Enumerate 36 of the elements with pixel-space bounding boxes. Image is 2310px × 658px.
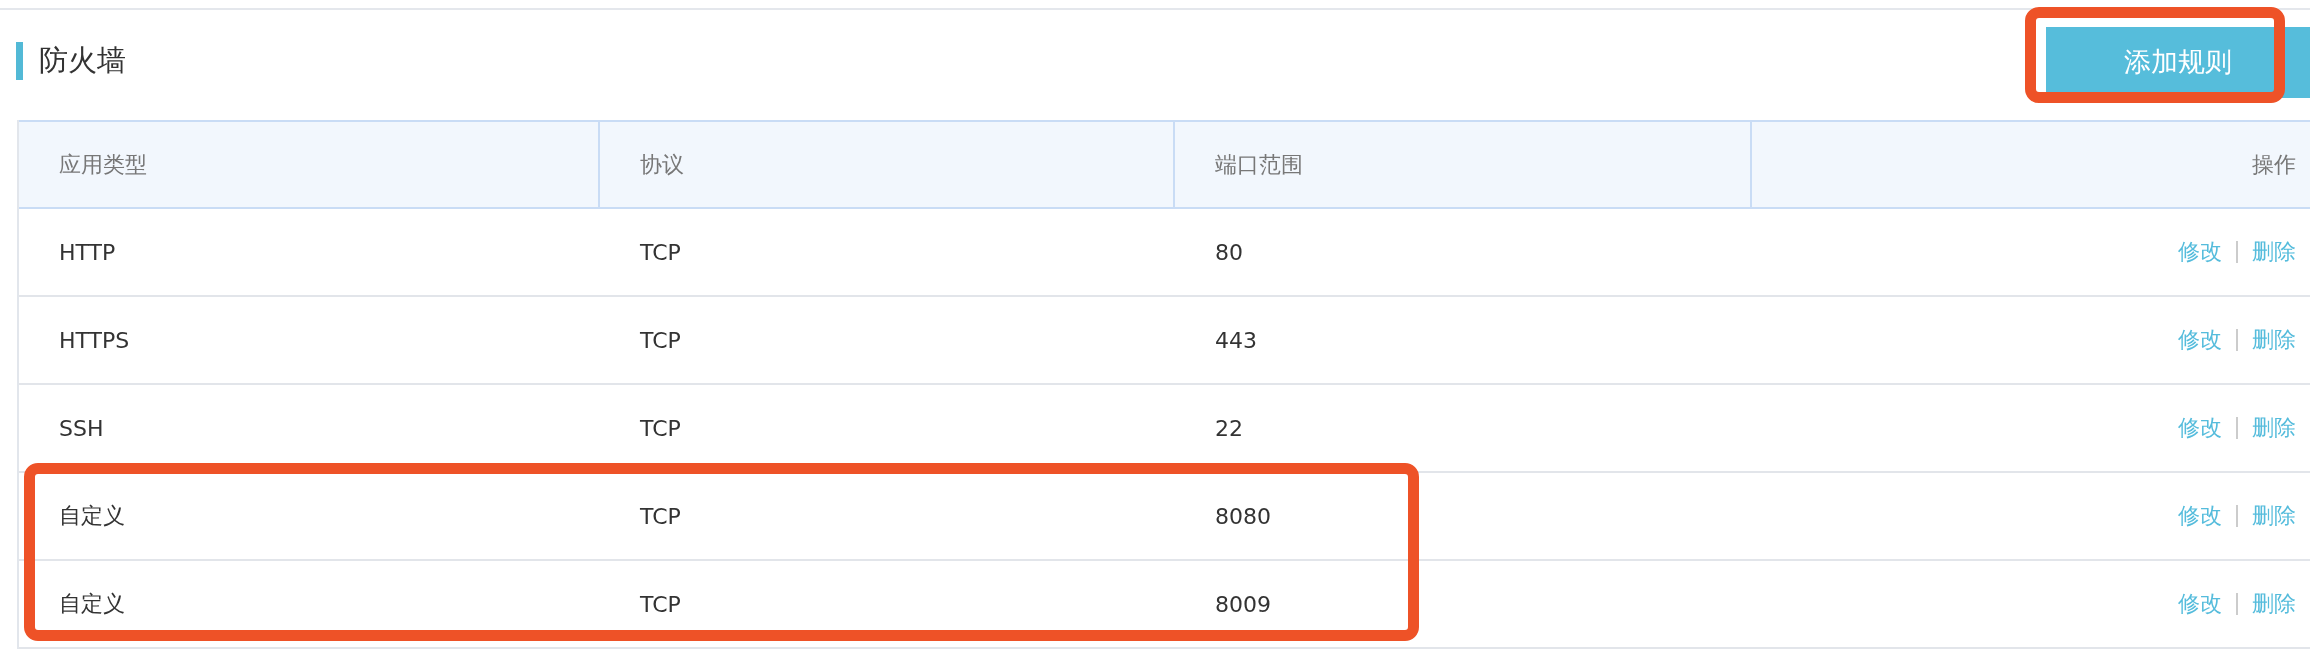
action-link[interactable]: 修改 (2178, 413, 2222, 443)
action-link[interactable]: 删除 (2252, 237, 2296, 267)
table-cell: 8009 (1215, 591, 1271, 617)
link-separator (2236, 505, 2238, 527)
section-title: 防火墙 (39, 42, 126, 79)
column-header: 端口范围 (1215, 150, 1303, 179)
table-cell: 22 (1215, 415, 1243, 441)
table-cell: TCP (640, 591, 681, 617)
title-accent-bar (16, 42, 23, 80)
action-link[interactable]: 修改 (2178, 325, 2222, 355)
action-link[interactable]: 删除 (2252, 325, 2296, 355)
table-cell: SSH (59, 415, 104, 441)
column-header: 操作 (2252, 150, 2296, 179)
action-link[interactable]: 修改 (2178, 501, 2222, 531)
column-header: 协议 (640, 150, 684, 179)
link-separator (2236, 241, 2238, 263)
table-cell: TCP (640, 503, 681, 529)
table-cell: TCP (640, 327, 681, 353)
link-separator (2236, 417, 2238, 439)
link-separator (2236, 593, 2238, 615)
action-link[interactable]: 修改 (2178, 589, 2222, 619)
table-cell: 443 (1215, 327, 1257, 353)
action-link[interactable]: 删除 (2252, 589, 2296, 619)
link-separator (2236, 329, 2238, 351)
action-link[interactable]: 删除 (2252, 413, 2296, 443)
table-cell: 80 (1215, 239, 1243, 265)
table-cell: HTTP (59, 239, 116, 265)
table-cell: TCP (640, 239, 681, 265)
action-link[interactable]: 删除 (2252, 501, 2296, 531)
table-cell: 8080 (1215, 503, 1271, 529)
table-cell-text: 自定义 (59, 590, 125, 618)
action-link[interactable]: 修改 (2178, 237, 2222, 267)
table-cell: HTTPS (59, 327, 130, 353)
table-cell: TCP (640, 415, 681, 441)
table-cell-text: 自定义 (59, 502, 125, 530)
column-header: 应用类型 (59, 150, 147, 179)
